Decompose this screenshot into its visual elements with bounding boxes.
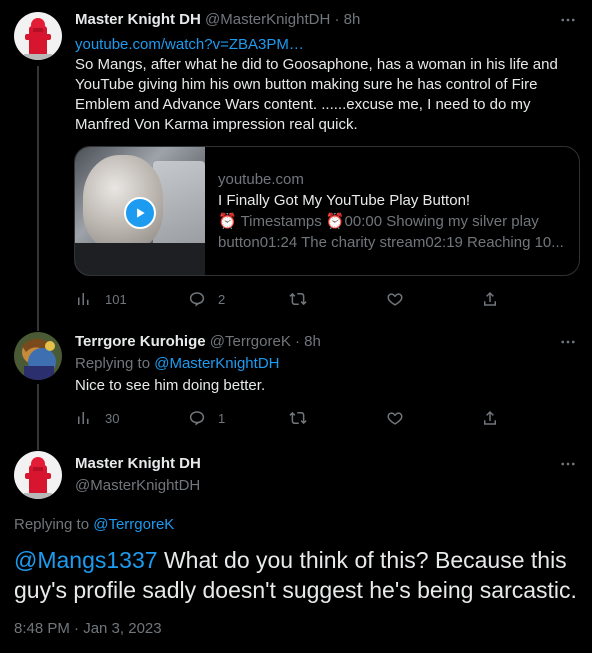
views-button[interactable]: 30 bbox=[75, 408, 119, 428]
tweet-header: Master Knight DH @MasterKnightDH · 8h bbox=[75, 10, 360, 30]
views-count: 101 bbox=[105, 291, 127, 307]
author-handle[interactable]: @TerrgoreK bbox=[210, 333, 291, 350]
tweet-time[interactable]: · 8h bbox=[334, 11, 360, 28]
more-icon[interactable] bbox=[558, 332, 578, 352]
tweet-time[interactable]: · 8h bbox=[295, 333, 321, 350]
tweet-text: So Mangs, after what he did to Goosaphon… bbox=[75, 56, 558, 133]
card-description-2: button01:24 The charity stream02:19 Reac… bbox=[218, 234, 564, 251]
video-thumbnail[interactable] bbox=[75, 147, 205, 275]
heart-icon bbox=[387, 293, 403, 306]
avatar[interactable] bbox=[14, 332, 62, 380]
tweet-header: Master Knight DH @MasterKnightDH bbox=[75, 454, 201, 496]
heart-icon bbox=[387, 412, 403, 425]
bar-chart-icon bbox=[78, 412, 89, 424]
reply-button[interactable]: 2 bbox=[188, 289, 225, 309]
reply-icon bbox=[189, 411, 205, 426]
bar-chart-icon bbox=[78, 293, 89, 305]
card-text: youtube.com I Finally Got My YouTube Pla… bbox=[218, 169, 573, 253]
author-handle[interactable]: @MasterKnightDH bbox=[75, 476, 201, 496]
share-icon bbox=[484, 410, 496, 425]
views-count: 30 bbox=[105, 410, 120, 426]
link-card[interactable]: youtube.com I Finally Got My YouTube Pla… bbox=[74, 146, 580, 276]
tweet-actions: 101 2 bbox=[75, 289, 505, 309]
card-description-1: ⏰ Timestamps ⏰00:00 Showing my silver pl… bbox=[218, 213, 539, 230]
author-name[interactable]: Master Knight DH bbox=[75, 11, 201, 28]
share-icon bbox=[484, 291, 496, 306]
retweet-button[interactable] bbox=[289, 408, 307, 428]
more-icon[interactable] bbox=[558, 10, 578, 30]
replying-to-line: Replying to @TerrgoreK bbox=[14, 515, 174, 535]
views-button[interactable]: 101 bbox=[75, 289, 127, 309]
author-name[interactable]: Master Knight DH bbox=[75, 454, 201, 474]
tweet-2[interactable]: Terrgore Kurohige @TerrgoreK · 8h Replyi… bbox=[0, 325, 592, 438]
tweet-link[interactable]: youtube.com/watch?v=ZBA3PM… bbox=[75, 35, 575, 55]
tweet-body: youtube.com/watch?v=ZBA3PM… So Mangs, af… bbox=[75, 35, 575, 135]
reply-count: 2 bbox=[218, 291, 226, 307]
retweet-icon bbox=[289, 411, 307, 425]
replying-to-handle[interactable]: @MasterKnightDH bbox=[154, 355, 279, 372]
more-icon[interactable] bbox=[558, 454, 578, 474]
avatar[interactable] bbox=[14, 12, 62, 60]
share-button[interactable] bbox=[481, 289, 499, 309]
main-tweet-text: @Mangs1337 What do you think of this? Be… bbox=[14, 545, 584, 605]
replying-to-handle[interactable]: @TerrgoreK bbox=[93, 516, 174, 533]
card-title: I Finally Got My YouTube Play Button! bbox=[218, 192, 471, 209]
like-button[interactable] bbox=[386, 408, 404, 428]
thumbnail-shadow bbox=[75, 243, 205, 275]
play-icon[interactable] bbox=[124, 197, 156, 229]
author-handle[interactable]: @MasterKnightDH bbox=[205, 11, 330, 28]
replying-to-label: Replying to bbox=[75, 355, 151, 372]
card-domain: youtube.com bbox=[218, 171, 304, 188]
retweet-icon bbox=[289, 292, 307, 306]
tweet-text: Nice to see him doing better. bbox=[75, 377, 266, 394]
replying-to-label: Replying to bbox=[14, 516, 90, 533]
reply-count: 1 bbox=[218, 410, 226, 426]
avatar[interactable] bbox=[14, 451, 62, 499]
retweet-button[interactable] bbox=[289, 289, 307, 309]
thread-line bbox=[37, 438, 39, 450]
tweet-body: Replying to @MasterKnightDH Nice to see … bbox=[75, 354, 575, 396]
thread-line bbox=[37, 325, 39, 331]
thread-line bbox=[37, 66, 39, 325]
reply-icon bbox=[189, 292, 205, 307]
author-name[interactable]: Terrgore Kurohige bbox=[75, 333, 206, 350]
share-button[interactable] bbox=[481, 408, 499, 428]
reply-button[interactable]: 1 bbox=[188, 408, 225, 428]
tweet-header: Terrgore Kurohige @TerrgoreK · 8h bbox=[75, 332, 321, 352]
thread-line bbox=[37, 384, 39, 438]
mention-link[interactable]: @Mangs1337 bbox=[14, 547, 158, 573]
replying-to-line: Replying to @MasterKnightDH bbox=[75, 354, 575, 374]
like-button[interactable] bbox=[386, 289, 404, 309]
tweet-actions: 30 1 bbox=[75, 408, 505, 428]
tweet-timestamp[interactable]: 8:48 PM · Jan 3, 2023 bbox=[14, 619, 162, 639]
tweet-1[interactable]: Master Knight DH @MasterKnightDH · 8h yo… bbox=[0, 0, 592, 325]
